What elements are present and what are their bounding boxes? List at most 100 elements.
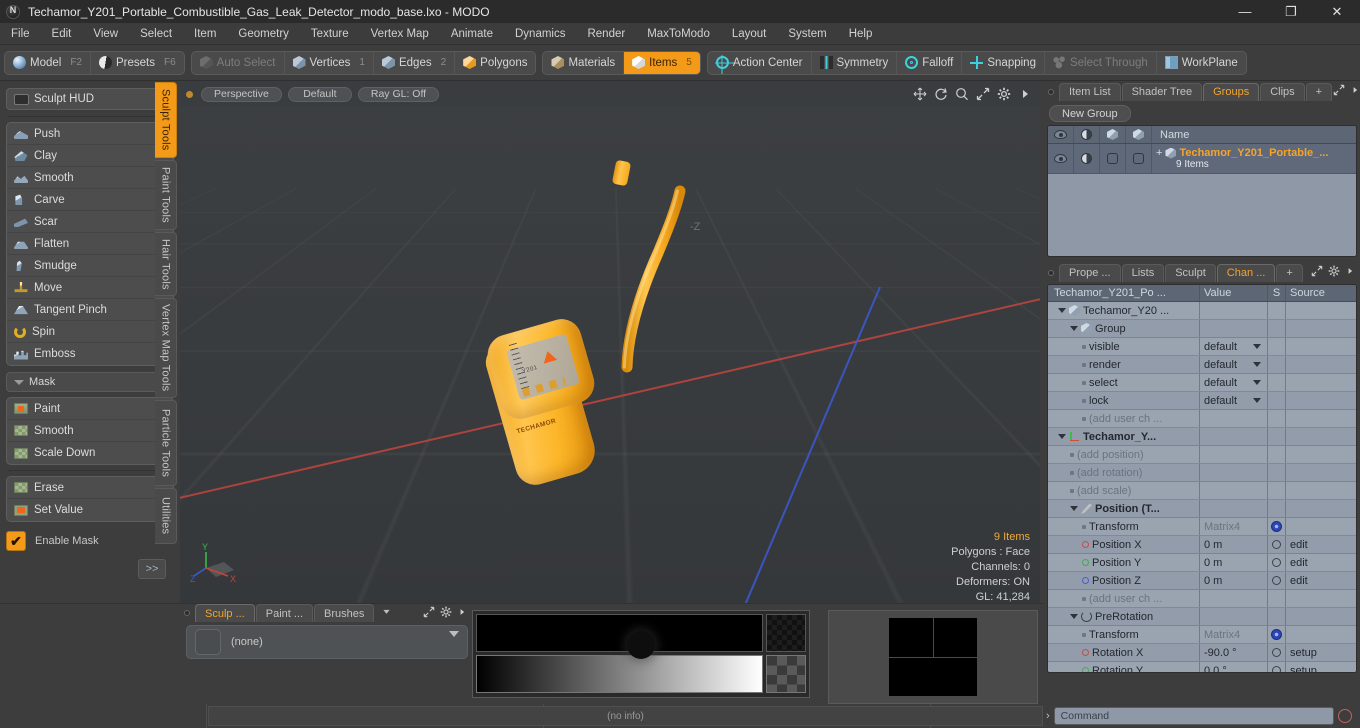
channel-value-cell[interactable]: -90.0 ° [1200,644,1268,661]
brush-panel-menu-dot-icon[interactable] [184,610,190,616]
channel-state-cell[interactable] [1268,464,1286,481]
channel-row[interactable]: visible default [1048,338,1356,356]
chevron-right-icon-2[interactable] [1345,266,1355,279]
channel-row[interactable]: Rotation Y 0.0 ° setup [1048,662,1356,672]
viewport-canvas[interactable]: -Z Y201 TECHAMOR 9 Items Polygons: Face… [180,106,1040,604]
more-options-button[interactable]: >> [138,559,166,579]
channel-state-cell[interactable] [1268,554,1286,571]
channel-value-cell[interactable]: default [1200,356,1268,373]
fit-icon[interactable] [976,87,990,101]
circle-icon[interactable] [1272,576,1281,585]
channel-state-cell[interactable] [1268,428,1286,445]
channel-row[interactable]: render default [1048,356,1356,374]
toolbar-button-symmetry[interactable]: Symmetry [812,51,898,74]
channel-row[interactable]: (add user ch ... [1048,590,1356,608]
channel-state-cell[interactable] [1268,590,1286,607]
channel-row[interactable]: Position Y 0 m edit [1048,554,1356,572]
circle-icon[interactable] [1272,648,1281,657]
chevron-down-icon[interactable] [1253,380,1261,385]
channel-state-cell[interactable] [1268,662,1286,672]
gear-icon[interactable] [1271,521,1282,532]
expand-plus-icon[interactable]: + [1156,147,1162,159]
toolbar-button-edges[interactable]: Edges 2 [374,51,456,74]
channel-row[interactable]: Techamor_Y20 ... [1048,302,1356,320]
panel-menu-dot-icon-2[interactable] [1048,269,1054,276]
tab-item-list[interactable]: Item List [1059,82,1121,101]
panel-menu-dot-icon[interactable] [1048,88,1054,95]
chevron-down-icon[interactable] [1058,434,1066,439]
sculpt-hud-button[interactable]: Sculpt HUD [6,88,174,110]
tab-shader-tree[interactable]: Shader Tree [1121,82,1203,101]
menu-item-dynamics[interactable]: Dynamics [504,23,576,45]
move-icon[interactable] [913,87,927,101]
channel-row[interactable]: (add rotation) [1048,464,1356,482]
tool-move[interactable]: Move [7,277,173,299]
tool-smooth[interactable]: Smooth [7,167,173,189]
channel-value-cell[interactable] [1200,482,1268,499]
channel-row[interactable]: (add scale) [1048,482,1356,500]
menu-item-texture[interactable]: Texture [300,23,360,45]
channel-row[interactable]: (add user ch ... [1048,410,1356,428]
gear-icon[interactable] [997,87,1011,101]
enable-mask-checkbox[interactable]: ✔ [6,531,26,551]
channel-value-cell[interactable]: default [1200,338,1268,355]
channel-value-cell[interactable] [1200,590,1268,607]
channel-value-cell[interactable]: Matrix4 [1200,518,1268,535]
menu-item-geometry[interactable]: Geometry [227,23,300,45]
tab-groups[interactable]: Groups [1203,82,1260,101]
row-cube1-toggle[interactable] [1100,144,1126,173]
tool-scar[interactable]: Scar [7,211,173,233]
tab-sculp[interactable]: Sculp ... [195,604,255,622]
tab-brushes[interactable]: Brushes [314,604,375,622]
channel-state-cell[interactable] [1268,608,1286,625]
chevron-right-icon-3[interactable] [457,607,467,620]
channel-state-cell[interactable] [1268,320,1286,337]
vertical-tab-sculpt-tools[interactable]: Sculpt Tools [155,82,177,158]
chevron-down-icon[interactable] [1070,614,1078,619]
channel-value-cell[interactable]: 0.0 ° [1200,662,1268,672]
tool-push[interactable]: Push [7,123,173,145]
channel-value-cell[interactable]: Matrix4 [1200,626,1268,643]
vertical-tab-utilities[interactable]: Utilities [155,488,177,544]
circle-icon[interactable] [1272,558,1281,567]
rotate-icon[interactable] [934,87,948,101]
tool-smooth[interactable]: Smooth [7,420,173,442]
menu-item-maxtomodo[interactable]: MaxToModo [636,23,721,45]
tab-lists[interactable]: Lists [1121,263,1165,282]
mask-section-header[interactable]: Mask [6,372,174,392]
col-cube2-icon[interactable] [1126,126,1152,143]
toolbar-button-model[interactable]: Model F2 [5,51,91,74]
chevron-down-icon[interactable] [1058,308,1066,313]
vertical-tab-particle-tools[interactable]: Particle Tools [155,400,177,486]
tool-erase[interactable]: Erase [7,477,173,499]
menu-item-file[interactable]: File [0,23,41,45]
toolbar-button-workplane[interactable]: WorkPlane [1157,52,1246,74]
menu-item-select[interactable]: Select [129,23,183,45]
channel-state-cell[interactable] [1268,536,1286,553]
tab-paint[interactable]: Paint ... [255,604,314,622]
channel-state-cell[interactable] [1268,626,1286,643]
menu-item-system[interactable]: System [777,23,837,45]
tool-smudge[interactable]: Smudge [7,255,173,277]
row-cube2-toggle[interactable] [1126,144,1152,173]
groups-empty-area[interactable] [1048,174,1356,256]
menu-item-layout[interactable]: Layout [721,23,778,45]
menu-item-help[interactable]: Help [838,23,884,45]
channel-value-cell[interactable] [1200,446,1268,463]
menu-item-animate[interactable]: Animate [440,23,504,45]
viewport-pill-perspective[interactable]: Perspective [201,86,282,102]
expand-icon-3[interactable] [423,606,435,621]
command-clear-icon[interactable] [1338,709,1352,723]
expand-icon[interactable] [1333,84,1345,99]
toolbar-button-items[interactable]: Items 5 [624,51,700,74]
table-row[interactable]: + Techamor_Y201_Portable_... 9 Items [1048,144,1356,174]
channel-value-cell[interactable]: default [1200,374,1268,391]
tab-clips[interactable]: Clips [1260,82,1305,101]
menu-item-render[interactable]: Render [576,23,636,45]
toolbar-button-materials[interactable]: Materials [543,51,625,74]
chevron-down-icon[interactable] [1253,398,1261,403]
channel-state-cell[interactable] [1268,410,1286,427]
gear-icon-3[interactable] [440,606,452,621]
tool-emboss[interactable]: Emboss [7,343,173,365]
channel-state-cell[interactable] [1268,446,1286,463]
